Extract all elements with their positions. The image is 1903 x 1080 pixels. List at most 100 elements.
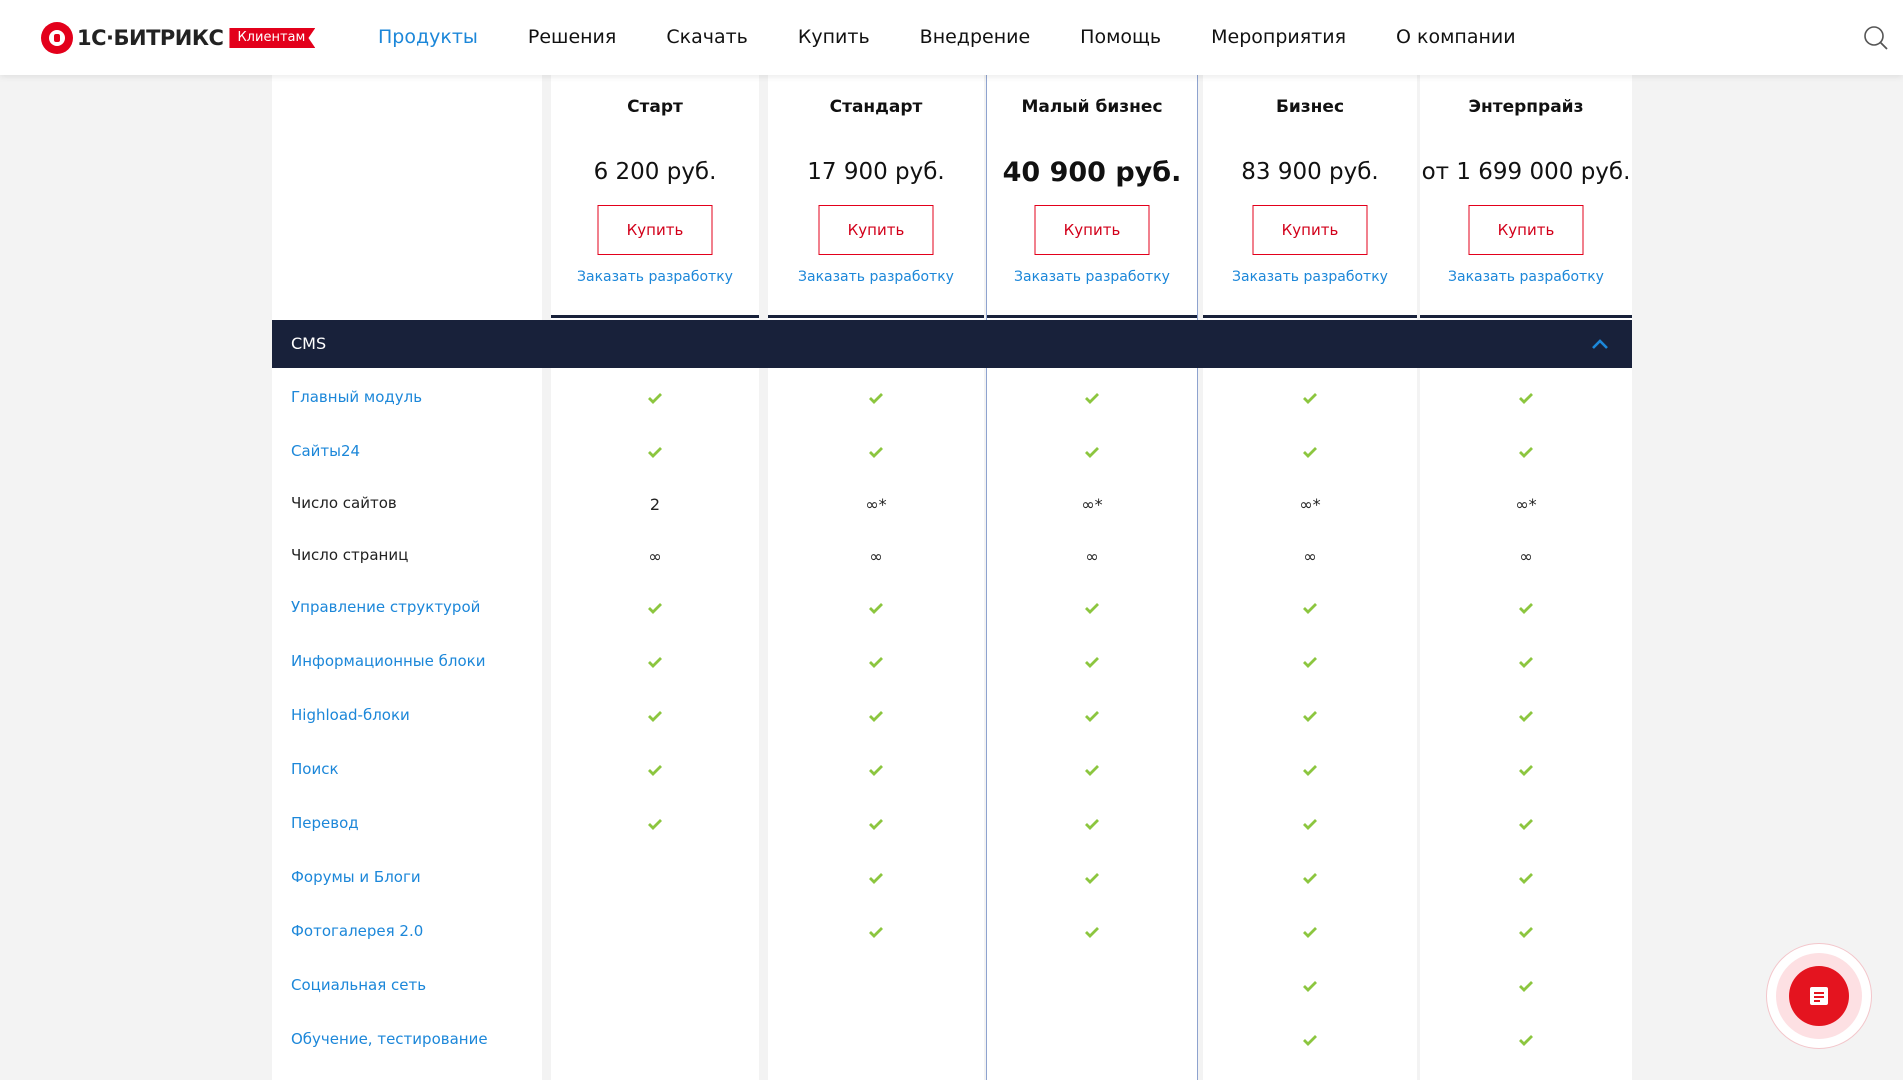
table-cell — [768, 689, 984, 743]
chat-button[interactable] — [1789, 966, 1849, 1026]
buy-button[interactable]: Купить — [1468, 205, 1584, 255]
table-cell: ∞* — [1420, 477, 1632, 531]
section-header-cms[interactable]: CMS — [272, 320, 1632, 368]
table-row: Число сайтов 2 ∞* ∞* ∞* ∞* — [272, 477, 1632, 531]
feature-label[interactable]: Информационные блоки — [291, 652, 485, 670]
buy-button[interactable]: Купить — [818, 205, 934, 255]
table-cell — [551, 425, 759, 479]
nav-item[interactable]: Купить — [798, 26, 870, 48]
search-icon[interactable] — [1863, 25, 1889, 51]
check-icon — [1303, 711, 1317, 722]
table-cell — [1420, 959, 1632, 1013]
nav-item[interactable]: Скачать — [666, 26, 748, 48]
table-cell — [551, 635, 759, 689]
table-cell: ∞ — [768, 529, 984, 583]
check-icon — [1519, 765, 1533, 776]
cell-value: ∞ — [1303, 546, 1317, 566]
feature-label[interactable]: Сайты24 — [291, 442, 360, 460]
check-icon — [869, 927, 883, 938]
column-divider — [1203, 315, 1417, 318]
feature-label[interactable]: Поиск — [291, 760, 339, 778]
bitrix-logo-icon — [41, 22, 73, 54]
nav-item[interactable]: Решения — [528, 26, 616, 48]
table-cell — [768, 635, 984, 689]
check-icon — [1085, 765, 1099, 776]
table-cell — [1203, 581, 1417, 635]
check-icon — [1519, 873, 1533, 884]
table-row: Число страниц ∞ ∞ ∞ ∞ ∞ — [272, 529, 1632, 583]
logo-text: 1С·БИТРИКС — [77, 26, 224, 50]
plan-price: от 1 699 000 руб. — [1421, 159, 1631, 185]
feature-label[interactable]: Главный модуль — [291, 388, 422, 406]
buy-button[interactable]: Купить — [597, 205, 713, 255]
table-cell: ∞* — [768, 477, 984, 531]
order-development-link[interactable]: Заказать разработку — [1420, 269, 1632, 285]
table-cell — [1203, 371, 1417, 425]
table-cell — [768, 797, 984, 851]
table-row: Управление структурой — [272, 581, 1632, 635]
feature-label[interactable]: Обучение, тестирование — [291, 1030, 488, 1048]
feature-label[interactable]: Социальная сеть — [291, 976, 426, 994]
chat-widget[interactable] — [1766, 943, 1872, 1049]
check-icon — [1303, 603, 1317, 614]
check-icon — [1519, 393, 1533, 404]
table-cell — [1203, 851, 1417, 905]
check-icon — [1085, 657, 1099, 668]
logo[interactable]: 1С·БИТРИКС Клиентам — [41, 20, 316, 56]
table-cell — [1420, 581, 1632, 635]
table-cell — [768, 743, 984, 797]
table-cell — [768, 851, 984, 905]
nav-item[interactable]: Помощь — [1080, 26, 1161, 48]
check-icon — [1303, 447, 1317, 458]
feature-label[interactable]: Перевод — [291, 814, 359, 832]
order-development-link[interactable]: Заказать разработку — [551, 269, 759, 285]
cell-value: ∞* — [1081, 494, 1103, 514]
check-icon — [869, 711, 883, 722]
order-development-link[interactable]: Заказать разработку — [768, 269, 984, 285]
buy-button[interactable]: Купить — [1034, 205, 1150, 255]
table-row: Фотогалерея 2.0 — [272, 905, 1632, 959]
nav-item[interactable]: О компании — [1396, 26, 1516, 48]
cell-value: ∞ — [648, 546, 662, 566]
table-cell — [768, 581, 984, 635]
check-icon — [1519, 1035, 1533, 1046]
table-cell — [1203, 1013, 1417, 1067]
table-cell — [986, 371, 1198, 425]
table-row: Форумы и Блоги — [272, 851, 1632, 905]
check-icon — [869, 819, 883, 830]
check-icon — [1303, 873, 1317, 884]
table-cell: ∞ — [1203, 529, 1417, 583]
table-cell — [1420, 371, 1632, 425]
nav-item[interactable]: Мероприятия — [1211, 26, 1346, 48]
order-development-link[interactable]: Заказать разработку — [1203, 269, 1417, 285]
table-cell — [551, 371, 759, 425]
chevron-up-icon[interactable] — [1590, 335, 1610, 353]
table-cell — [1203, 689, 1417, 743]
table-row: Поиск — [272, 743, 1632, 797]
table-cell — [551, 797, 759, 851]
cell-value: ∞ — [1519, 546, 1533, 566]
check-icon — [1519, 711, 1533, 722]
table-cell — [986, 905, 1198, 959]
feature-label[interactable]: Highload-блоки — [291, 706, 410, 724]
table-cell — [1420, 797, 1632, 851]
cell-value: ∞* — [1299, 494, 1321, 514]
table-cell — [1420, 851, 1632, 905]
plan-name: Старт — [627, 97, 683, 117]
feature-label[interactable]: Управление структурой — [291, 598, 480, 616]
table-cell — [551, 743, 759, 797]
table-row: Информационные блоки — [272, 635, 1632, 689]
table-row: Highload-блоки — [272, 689, 1632, 743]
feature-label[interactable]: Форумы и Блоги — [291, 868, 421, 886]
nav-item[interactable]: Внедрение — [920, 26, 1031, 48]
feature-label[interactable]: Фотогалерея 2.0 — [291, 922, 423, 940]
table-cell — [986, 743, 1198, 797]
check-icon — [1519, 819, 1533, 830]
column-divider — [551, 315, 759, 318]
nav-item[interactable]: Продукты — [378, 26, 478, 48]
table-cell — [986, 425, 1198, 479]
check-icon — [1519, 603, 1533, 614]
table-cell: ∞* — [1203, 477, 1417, 531]
order-development-link[interactable]: Заказать разработку — [987, 269, 1197, 285]
buy-button[interactable]: Купить — [1252, 205, 1368, 255]
